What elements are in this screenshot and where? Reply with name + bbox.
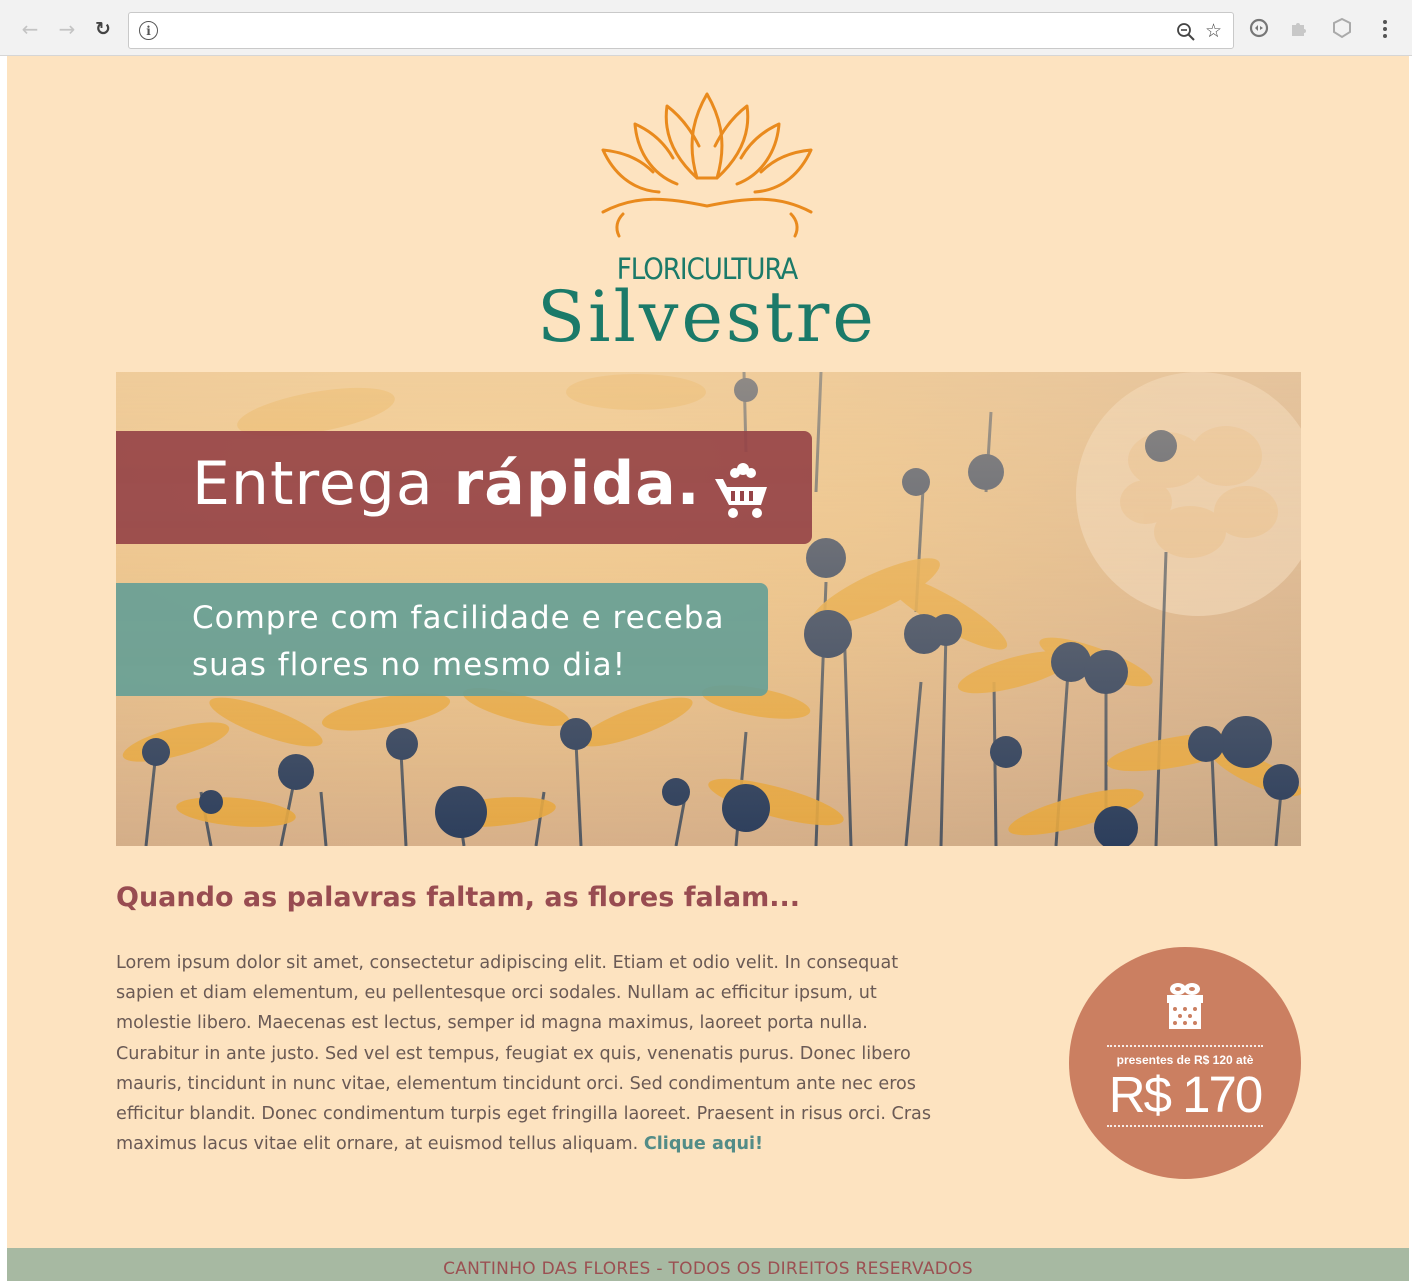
headline-box: Entrega rápida.: [116, 431, 812, 544]
web-page: FLORICULTURA Silvestre Entrega rápida. C…: [7, 56, 1409, 1281]
footer-text: CANTINHO DAS FLORES - TODOS OS DIREITOS …: [443, 1259, 973, 1279]
paragraph-text: Lorem ipsum dolor sit amet, consectetur …: [116, 953, 931, 1155]
footer: CANTINHO DAS FLORES - TODOS OS DIREITOS …: [7, 1248, 1409, 1281]
forward-arrow-icon[interactable]: →: [54, 16, 80, 42]
back-arrow-icon[interactable]: ←: [17, 16, 43, 42]
site-logo[interactable]: FLORICULTURA Silvestre: [527, 86, 887, 358]
section-heading: Quando as palavras faltam, as flores fal…: [116, 882, 801, 913]
click-here-link[interactable]: Clique aqui!: [644, 1134, 763, 1154]
promo-price: R$ 170: [1108, 1066, 1263, 1123]
banner-headline: Entrega rápida.: [192, 449, 700, 519]
hero-banner: Entrega rápida. Compre com facilidade e …: [116, 372, 1301, 846]
divider-top: [1107, 1045, 1263, 1047]
reload-icon[interactable]: ↻: [90, 16, 116, 42]
address-bar[interactable]: i ☆: [128, 12, 1234, 49]
extension-shield-icon[interactable]: [1331, 17, 1353, 39]
logo-title: Silvestre: [537, 276, 877, 358]
divider-bottom: [1107, 1125, 1263, 1127]
browser-toolbar: ← → ↻ i ☆: [0, 0, 1412, 56]
browser-menu-icon[interactable]: [1376, 16, 1394, 42]
headline-light-text: Entrega: [192, 449, 454, 519]
bookmark-star-icon[interactable]: ☆: [1205, 20, 1222, 42]
shopping-cart-flowers-icon: [715, 463, 767, 518]
promo-badge[interactable]: presentes de R$ 120 atè R$ 170: [1069, 947, 1301, 1179]
site-info-icon[interactable]: i: [139, 21, 158, 40]
headline-bold-text: rápida.: [453, 449, 701, 519]
body-paragraph: Lorem ipsum dolor sit amet, consectetur …: [116, 948, 941, 1159]
banner-subtitle: Compre com facilidade e receba suas flor…: [192, 600, 725, 683]
subtitle-box: Compre com facilidade e receba suas flor…: [116, 583, 768, 696]
extension-chat-icon[interactable]: [1248, 17, 1270, 39]
extension-puzzle-icon[interactable]: [1288, 17, 1310, 39]
lotus-icon: [601, 92, 813, 238]
zoom-icon[interactable]: [1176, 22, 1196, 42]
gift-box-icon: [1167, 983, 1203, 1029]
